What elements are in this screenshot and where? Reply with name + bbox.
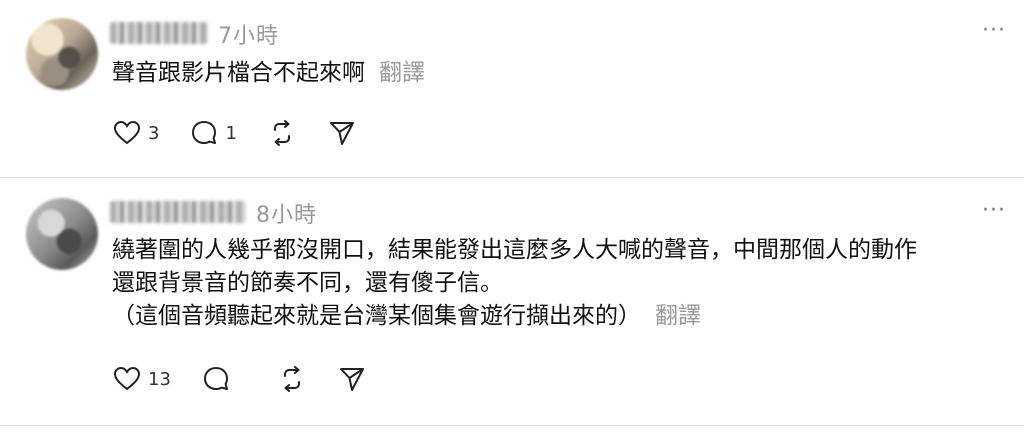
- avatar[interactable]: [26, 18, 98, 90]
- post-text: 繞著圍的人幾乎都沒開口，結果能發出這麼多人大喊的聲音，中間那個人的動作 還跟背景…: [112, 234, 1012, 333]
- post-time: 7小時: [218, 24, 279, 49]
- like-button[interactable]: 3: [112, 118, 159, 148]
- like-count: 13: [148, 368, 171, 390]
- repost-button[interactable]: [267, 118, 297, 148]
- share-button[interactable]: [327, 118, 357, 148]
- like-button[interactable]: 13: [112, 364, 171, 394]
- comment-post: 7小時 ··· 聲音跟影片檔合不起來啊 翻譯 3 1: [0, 0, 1024, 176]
- translate-link[interactable]: 翻譯: [655, 303, 701, 329]
- reply-button[interactable]: 1: [189, 118, 237, 148]
- repost-icon: [273, 120, 290, 146]
- username-blurred[interactable]: [110, 201, 246, 223]
- more-icon[interactable]: ···: [982, 200, 1006, 222]
- username-blurred[interactable]: [110, 22, 208, 44]
- more-icon[interactable]: ···: [982, 20, 1006, 42]
- repost-button[interactable]: [277, 364, 307, 394]
- post-text: 聲音跟影片檔合不起來啊 翻譯: [112, 57, 1012, 90]
- action-bar: 3 1: [112, 118, 387, 148]
- heart-icon: [113, 366, 141, 391]
- send-icon: [329, 122, 354, 145]
- action-bar: 13: [112, 364, 397, 394]
- comment-icon: [203, 367, 228, 390]
- like-count: 3: [148, 122, 160, 144]
- post-text-line: 繞著圍的人幾乎都沒開口，結果能發出這麼多人大喊的聲音，中間那個人的動作: [112, 237, 917, 263]
- post-time: 8小時: [256, 203, 317, 228]
- post-text-line: （這個音頻聽起來就是台灣某個集會遊行擷出來的）: [112, 303, 641, 329]
- comment-icon: [192, 121, 217, 144]
- reply-button[interactable]: [201, 364, 247, 394]
- post-text-line: 聲音跟影片檔合不起來啊: [112, 60, 365, 86]
- post-divider: [0, 177, 1024, 178]
- translate-link[interactable]: 翻譯: [379, 60, 425, 86]
- send-icon: [339, 368, 364, 391]
- repost-icon: [283, 366, 300, 392]
- post-divider: [0, 425, 1024, 426]
- comment-post: 8小時 ··· 繞著圍的人幾乎都沒開口，結果能發出這麼多人大喊的聲音，中間那個人…: [0, 180, 1024, 424]
- heart-icon: [113, 120, 141, 145]
- reply-count: 1: [225, 122, 237, 144]
- share-button[interactable]: [337, 364, 367, 394]
- post-text-line: 還跟背景音的節奏不同，還有傻子信。: [112, 270, 503, 296]
- avatar[interactable]: [26, 198, 98, 270]
